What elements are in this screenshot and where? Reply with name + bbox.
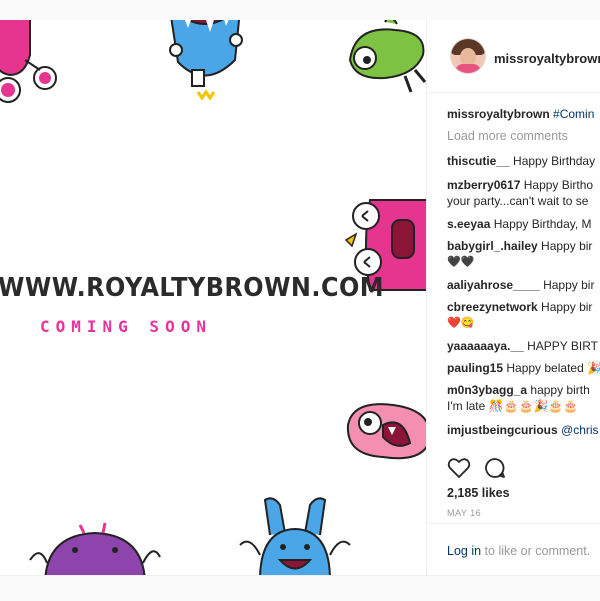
- comment-text: Happy belated 🎉: [506, 361, 600, 375]
- comment-username[interactable]: s.eeyaa: [447, 217, 490, 231]
- comment-username[interactable]: m0n3ybagg_a: [447, 383, 527, 397]
- comment-username[interactable]: thiscutie__: [447, 154, 510, 168]
- comment-item: m0n3ybagg_a happy birth: [447, 382, 590, 398]
- caption: missroyaltybrown #Comin: [447, 106, 594, 122]
- comment-text: Happy bir: [543, 278, 595, 292]
- pink-monster-illustration: [0, 20, 57, 103]
- login-prompt-text: to like or comment.: [484, 544, 591, 558]
- login-prompt: Log in to like or comment.: [447, 544, 590, 558]
- instagram-post: WWW.ROYALTYBROWN.COM COMING SOON missroy…: [0, 20, 600, 575]
- comment-item: pauling15 Happy belated 🎉: [447, 360, 600, 376]
- avatar[interactable]: [450, 38, 486, 74]
- caption-hashtag[interactable]: #Comin: [553, 107, 594, 121]
- post-image[interactable]: WWW.ROYALTYBROWN.COM COMING SOON: [0, 20, 426, 575]
- comment-text: Happy Birthday, M: [493, 217, 592, 231]
- post-date[interactable]: MAY 16: [447, 508, 481, 518]
- comment-username[interactable]: aaliyahrose____: [447, 278, 540, 292]
- header-username[interactable]: missroyaltybrown: [494, 51, 600, 66]
- page-top-bar: [0, 0, 600, 20]
- comment-username[interactable]: mzberry0617: [447, 178, 520, 192]
- comment-username[interactable]: babygirl_.hailey: [447, 239, 538, 253]
- comments-list: missroyaltybrown #Comin Load more commen…: [447, 102, 600, 446]
- comment-emoji-line: 🖤🖤: [447, 256, 475, 268]
- comment-item: babygirl_.hailey Happy bir: [447, 238, 592, 254]
- comment-continued-text: I'm late 🎊🎂🎂🎉🎂🎂: [447, 399, 579, 413]
- comment-item: thiscutie__ Happy Birthday: [447, 153, 595, 169]
- login-bar: Log in to like or comment.: [427, 523, 600, 576]
- comment-text: Happy bir: [541, 300, 593, 314]
- comment-emoji-line: ❤️😋: [447, 317, 475, 329]
- comment-text: Happy Birthday: [513, 154, 596, 168]
- purple-monster-illustration: [29, 522, 161, 575]
- comment-item: yaaaaaaya.__ HAPPY BIRT: [447, 338, 598, 354]
- comment-username[interactable]: yaaaaaaya.__: [447, 339, 524, 353]
- site-url-text: WWW.ROYALTYBROWN.COM: [0, 273, 385, 303]
- comment-text: happy birth: [530, 383, 590, 397]
- comment-item: mzberry0617 Happy Birtho: [447, 177, 593, 193]
- comment-text: Happy bir: [541, 239, 593, 253]
- comment-item: aaliyahrose____ Happy bir: [447, 277, 594, 293]
- page-bottom-bar: [0, 575, 600, 601]
- blue-monster-illustration: [169, 20, 243, 101]
- caption-username[interactable]: missroyaltybrown: [447, 107, 550, 121]
- comment-continued-text: your party...can't wait to se: [447, 194, 589, 208]
- comment-username[interactable]: cbreezynetwork: [447, 300, 538, 314]
- comment-username[interactable]: imjustbeingcurious: [447, 423, 558, 437]
- load-more-comments-link[interactable]: Load more comments: [447, 129, 568, 143]
- post-sidebar: missroyaltybrown missroyaltybrown #Comin…: [426, 20, 600, 575]
- comment-item: cbreezynetwork Happy bir: [447, 299, 592, 315]
- green-monster-illustration: [348, 20, 426, 93]
- comment-item: s.eeyaa Happy Birthday, M: [447, 216, 592, 232]
- post-actions: [447, 456, 587, 482]
- comment-bubble-icon[interactable]: [483, 456, 507, 480]
- blue-bunny-monster-illustration: [239, 497, 351, 575]
- post-header: missroyaltybrown: [427, 20, 600, 93]
- login-link[interactable]: Log in: [447, 544, 481, 558]
- comment-text: HAPPY BIRT: [527, 339, 599, 353]
- pink-blob-monster-illustration: [346, 403, 426, 460]
- coming-soon-text: COMING SOON: [40, 317, 212, 336]
- comment-username[interactable]: pauling15: [447, 361, 503, 375]
- likes-count[interactable]: 2,185 likes: [447, 486, 510, 500]
- comment-text: Happy Birtho: [523, 178, 594, 192]
- heart-icon[interactable]: [447, 456, 471, 480]
- comment-item: imjustbeingcurious @chris: [447, 422, 599, 438]
- comment-mention[interactable]: @chris: [561, 423, 599, 437]
